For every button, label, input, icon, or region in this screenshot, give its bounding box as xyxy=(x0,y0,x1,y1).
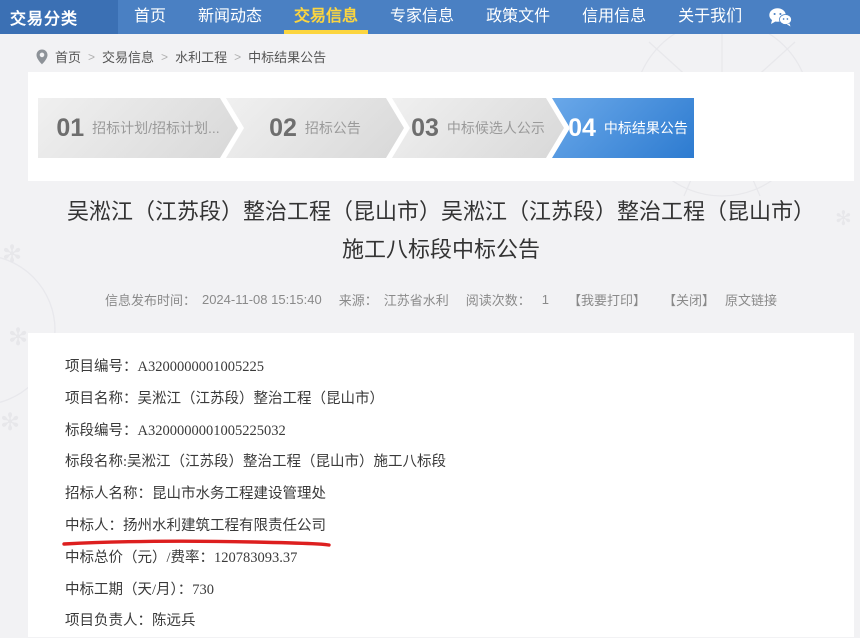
field-label: 标段名称: xyxy=(65,454,127,470)
field-winning-price: 中标总价（元）/费率：120783093.37 xyxy=(65,543,824,575)
step-tender-announcement[interactable]: 02 招标公告 xyxy=(226,98,404,158)
views-value: 1 xyxy=(542,292,549,307)
breadcrumb-separator: > xyxy=(88,50,95,64)
publish-time-value: 2024-11-08 15:15:40 xyxy=(202,292,322,307)
field-tenderer-name: 招标人名称：昆山市水务工程建设管理处 xyxy=(65,479,824,511)
step-label: 招标公告 xyxy=(305,118,361,138)
field-value: 陈远兵 xyxy=(152,613,196,629)
breadcrumb-home[interactable]: 首页 xyxy=(55,47,81,66)
field-value: 吴淞江（江苏段）整治工程（昆山市） xyxy=(138,391,385,407)
step-number: 02 xyxy=(269,114,297,143)
field-label: 标段编号： xyxy=(65,423,138,439)
breadcrumb-water-projects[interactable]: 水利工程 xyxy=(175,47,227,66)
field-value: A3200000001005225 xyxy=(138,359,264,375)
field-value: 吴淞江（江苏段）整治工程（昆山市）施工八标段 xyxy=(127,454,446,470)
page-title: 吴淞江（江苏段）整治工程（昆山市）吴淞江（江苏段）整治工程（昆山市）施工八标段中… xyxy=(28,193,854,269)
top-navbar: 交易分类 首页 新闻动态 交易信息 专家信息 政策文件 信用信息 关于我们 xyxy=(0,0,860,34)
nav-item-trade-info[interactable]: 交易信息 xyxy=(278,0,374,34)
svg-text:✻: ✻ xyxy=(2,240,22,268)
breadcrumb-separator: > xyxy=(234,50,241,64)
field-value: 120783093.37 xyxy=(214,550,297,566)
step-label: 中标结果公告 xyxy=(604,118,688,138)
nav-item-news[interactable]: 新闻动态 xyxy=(182,0,278,34)
step-candidate-publicity[interactable]: 03 中标候选人公示 xyxy=(392,98,564,158)
announcement-content-panel: 项目编号：A3200000001005225 项目名称：吴淞江（江苏段）整治工程… xyxy=(28,333,854,637)
breadcrumb-trade-info[interactable]: 交易信息 xyxy=(102,47,154,66)
article-meta: 信息发布时间： 2024-11-08 15:15:40 来源： 江苏省水利 阅读次数… xyxy=(28,290,854,309)
nav-item-experts[interactable]: 专家信息 xyxy=(374,0,470,34)
step-number: 03 xyxy=(411,114,439,143)
main-menu: 首页 新闻动态 交易信息 专家信息 政策文件 信用信息 关于我们 xyxy=(118,0,758,34)
field-label: 项目负责人： xyxy=(65,613,152,629)
nav-item-about[interactable]: 关于我们 xyxy=(662,0,758,34)
process-steps-panel: 01 招标计划/招标计划... 02 招标公告 03 中标候选人公示 04 中标… xyxy=(28,72,854,181)
field-project-name: 项目名称：吴淞江（江苏段）整治工程（昆山市） xyxy=(65,384,824,416)
source-value: 江苏省水利 xyxy=(384,290,449,309)
field-value: A3200000001005225032 xyxy=(138,423,286,439)
close-button[interactable]: 【关闭】 xyxy=(663,290,715,309)
svg-text:✻: ✻ xyxy=(8,323,28,351)
step-number: 01 xyxy=(56,114,84,143)
svg-text:✻: ✻ xyxy=(0,408,20,436)
field-value: 昆山市水务工程建设管理处 xyxy=(152,486,326,502)
field-label: 中标人： xyxy=(65,518,123,534)
field-section-name: 标段名称:吴淞江（江苏段）整治工程（昆山市）施工八标段 xyxy=(65,447,824,479)
step-label: 中标候选人公示 xyxy=(447,118,545,138)
field-construction-period: 中标工期（天/月）：730 xyxy=(65,575,824,607)
step-tender-plan[interactable]: 01 招标计划/招标计划... xyxy=(38,98,238,158)
field-project-manager: 项目负责人：陈远兵 xyxy=(65,606,824,638)
breadcrumb: 首页 > 交易信息 > 水利工程 > 中标结果公告 xyxy=(36,47,326,66)
nav-item-policy[interactable]: 政策文件 xyxy=(470,0,566,34)
field-label: 中标工期（天/月）： xyxy=(65,582,192,598)
field-project-number: 项目编号：A3200000001005225 xyxy=(65,352,824,384)
nav-item-credit[interactable]: 信用信息 xyxy=(566,0,662,34)
nav-item-home[interactable]: 首页 xyxy=(118,0,182,34)
nav-item-label: 交易信息 xyxy=(294,8,358,25)
field-section-number: 标段编号：A3200000001005225032 xyxy=(65,416,824,448)
views-label: 阅读次数： xyxy=(466,290,531,309)
breadcrumb-current-page: 中标结果公告 xyxy=(248,47,326,66)
process-steps: 01 招标计划/招标计划... 02 招标公告 03 中标候选人公示 04 中标… xyxy=(38,98,854,158)
step-result-announcement-active[interactable]: 04 中标结果公告 xyxy=(552,98,694,158)
field-value: 扬州水利建筑工程有限责任公司 xyxy=(123,518,326,534)
breadcrumb-separator: > xyxy=(161,50,168,64)
print-button[interactable]: 【我要打印】 xyxy=(568,290,646,309)
step-number: 04 xyxy=(568,114,596,143)
wechat-icon[interactable] xyxy=(768,0,792,34)
publish-time-label: 信息发布时间： xyxy=(105,290,196,309)
field-label: 中标总价（元）/费率： xyxy=(65,550,214,566)
active-tab-underline xyxy=(284,30,368,34)
category-menu-button[interactable]: 交易分类 xyxy=(0,0,118,34)
field-label: 招标人名称： xyxy=(65,486,152,502)
field-value: 730 xyxy=(192,582,214,598)
field-label: 项目编号： xyxy=(65,359,138,375)
red-annotation-underline xyxy=(62,539,331,547)
location-pin-icon xyxy=(36,49,48,65)
step-label: 招标计划/招标计划... xyxy=(92,118,220,138)
original-link[interactable]: 原文链接 xyxy=(725,290,777,309)
source-label: 来源： xyxy=(339,290,378,309)
field-winning-bidder: 中标人：扬州水利建筑工程有限责任公司 xyxy=(65,511,824,543)
field-label: 项目名称： xyxy=(65,391,138,407)
